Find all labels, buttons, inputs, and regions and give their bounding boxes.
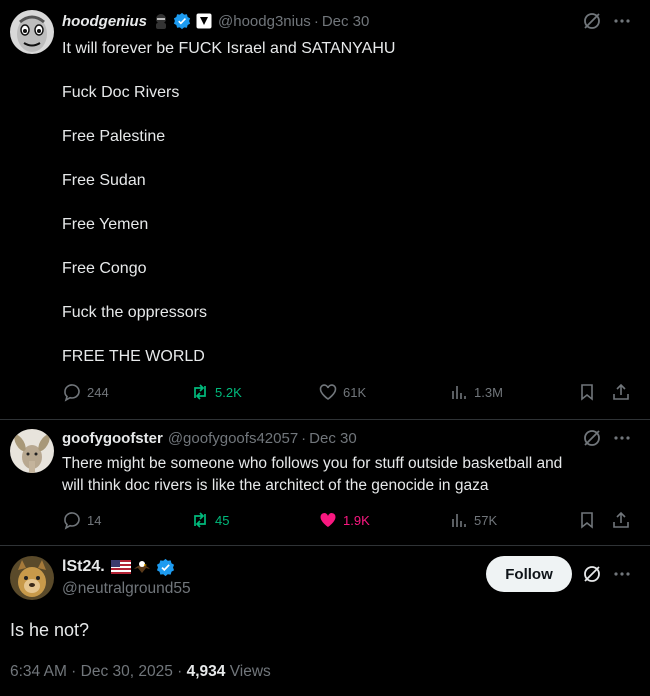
like-button[interactable]: 61K (318, 381, 366, 403)
more-icon[interactable] (612, 564, 632, 589)
repost-button[interactable]: 45 (190, 509, 229, 531)
like-count: 1.9K (343, 512, 370, 528)
post-timestamp[interactable]: 6:34 AM · Dec 30, 2025 · (10, 663, 187, 681)
follow-button[interactable]: Follow (486, 556, 572, 592)
repost-count: 5.2K (215, 384, 242, 400)
display-name[interactable]: hoodgenius (62, 13, 147, 30)
tweet-header: hoodgenius @hoodg3nius · Dec 30 (62, 11, 369, 31)
affiliate-badge-icon[interactable] (196, 13, 212, 29)
tweet-goofygoofster[interactable]: goofygoofster @goofygoofs42057 · Dec 30 … (0, 420, 650, 546)
bookmark-icon (581, 384, 593, 401)
tweet-paragraph: Fuck the oppressors (62, 304, 207, 321)
views-count: 1.3M (474, 384, 503, 400)
more-icon[interactable] (612, 428, 632, 453)
tweet-header: goofygoofster @goofygoofs42057 · Dec 30 (62, 428, 357, 448)
handle[interactable]: @goofygoofs42057 (168, 430, 298, 447)
share-button[interactable] (611, 381, 636, 403)
ninja-emoji-icon (153, 13, 169, 29)
views-label: Views (225, 663, 271, 680)
tweet-paragraph: Free Congo (62, 260, 147, 277)
tweet-text: There might be someone who follows you f… (62, 453, 642, 497)
verified-icon[interactable] (156, 558, 175, 577)
tweet-paragraph: Free Sudan (62, 172, 146, 189)
share-button[interactable] (611, 509, 636, 531)
reply-count: 244 (87, 384, 109, 400)
reply-count: 14 (87, 512, 102, 528)
grok-icon[interactable] (582, 564, 602, 589)
display-name[interactable]: lSt24. (62, 558, 105, 576)
reply-button[interactable]: 14 (62, 509, 101, 531)
post-meta: 6:34 AM · Dec 30, 2025 · 4,934 Views (10, 662, 271, 682)
action-bar: 14 45 1.9K 57K (62, 509, 640, 531)
avatar[interactable] (10, 10, 54, 54)
tweet-text: It will forever be FUCK Israel and SATAN… (62, 38, 622, 390)
like-count: 61K (343, 384, 367, 400)
views-icon (452, 514, 466, 527)
verified-icon[interactable] (173, 12, 191, 30)
reply-button[interactable]: 244 (62, 381, 109, 403)
like-button[interactable]: 1.9K (318, 509, 370, 531)
avatar[interactable] (10, 429, 54, 473)
handle[interactable]: @hoodg3nius (218, 13, 311, 30)
handle[interactable]: @neutralground55 (62, 579, 191, 599)
tweet-paragraph: Fuck Doc Rivers (62, 84, 180, 101)
separator-dot: · (301, 429, 307, 447)
views-button[interactable]: 1.3M (449, 381, 503, 403)
reply-icon (64, 384, 80, 402)
tweet-focused: lSt24. @neutralground55 Follow Is he not… (0, 546, 650, 696)
avatar[interactable] (10, 556, 54, 600)
repost-count: 45 (215, 512, 230, 528)
share-icon (613, 511, 629, 528)
bookmark-icon (581, 512, 593, 529)
post-date[interactable]: Dec 30 (322, 13, 370, 30)
repost-icon (194, 512, 206, 528)
like-icon (320, 513, 336, 527)
tweet-text: Is he not? (10, 620, 90, 640)
grok-icon[interactable] (582, 428, 602, 453)
bookmark-button[interactable] (577, 509, 602, 531)
tweet-paragraph: Free Yemen (62, 216, 149, 233)
tweet-hoodgenius[interactable]: hoodgenius @hoodg3nius · Dec 30 It will … (0, 0, 650, 420)
like-icon (319, 384, 337, 400)
us-flag-icon (110, 560, 131, 574)
views-count: 4,934 (186, 663, 226, 680)
action-bar: 244 5.2K 61K 1.3M (62, 381, 640, 403)
repost-button[interactable]: 5.2K (190, 381, 242, 403)
views-count: 57K (474, 512, 498, 528)
tweet-paragraph: Free Palestine (62, 128, 166, 145)
post-date[interactable]: Dec 30 (309, 430, 357, 447)
tweet-top-actions (582, 564, 632, 589)
grok-icon[interactable] (582, 11, 602, 36)
views-icon (452, 386, 466, 399)
separator-dot: · (313, 12, 319, 30)
share-icon (613, 383, 629, 400)
more-icon[interactable] (612, 11, 632, 36)
repost-icon (194, 384, 206, 400)
tweet-paragraph: It will forever be FUCK Israel and SATAN… (62, 40, 396, 57)
views-button[interactable]: 57K (449, 509, 497, 531)
tweet-text-line: There might be someone who follows you f… (62, 455, 563, 472)
tweet-top-actions (582, 428, 632, 453)
reply-icon (64, 512, 80, 530)
tweet-text-line: will think doc rivers is like the archit… (62, 477, 489, 494)
eagle-emoji-icon (133, 559, 151, 575)
display-name[interactable]: goofygoofster (62, 430, 163, 447)
tweet-top-actions (582, 11, 632, 36)
user-name-line: lSt24. (62, 557, 175, 577)
bookmark-button[interactable] (577, 381, 602, 403)
